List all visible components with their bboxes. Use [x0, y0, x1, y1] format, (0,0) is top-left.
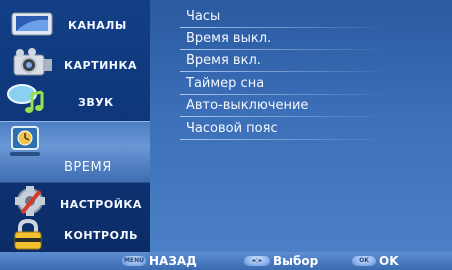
navigate-key-icon: ◂◇▸	[244, 256, 270, 266]
sidebar-item-label: КАНАЛЫ	[68, 19, 127, 32]
menu-item-time-zone[interactable]: Часовой пояс	[180, 119, 440, 140]
menu-item-label: Авто-выключение	[186, 98, 309, 113]
sidebar-item-time[interactable]: ВРЕМЯ	[0, 121, 150, 183]
menu-item-clock[interactable]: Часы	[180, 7, 440, 28]
sidebar-item-channels[interactable]: КАНАЛЫ	[0, 6, 150, 42]
select-hint[interactable]: ◂◇▸ Выбор	[244, 253, 318, 269]
menu-divider	[180, 49, 390, 50]
ok-key-icon: OK	[352, 256, 376, 266]
sidebar: КАНАЛЫ КАРТИНКА ЗВУК ВРЕМЯ НАСТРОЙКА КОН…	[0, 0, 150, 252]
menu-item-on-time[interactable]: Время вкл.	[180, 51, 440, 72]
menu-item-label: Время выкл.	[186, 31, 272, 46]
sidebar-item-lock[interactable]: КОНТРОЛЬ	[0, 218, 150, 255]
time-menu-panel: Часы Время выкл. Время вкл. Таймер сна А…	[150, 0, 452, 252]
tv-icon	[10, 10, 54, 42]
back-label: НАЗАД	[149, 254, 197, 268]
ok-label: OK	[379, 254, 399, 268]
menu-item-label: Часы	[186, 9, 221, 24]
menu-item-label: Часовой пояс	[186, 121, 278, 136]
clock-icon	[8, 125, 42, 163]
sidebar-item-setup[interactable]: НАСТРОЙКА	[0, 185, 150, 219]
menu-key-icon: MENU	[122, 256, 146, 266]
gear-icon	[8, 185, 54, 221]
menu-divider	[180, 71, 390, 72]
menu-item-auto-off[interactable]: Авто-выключение	[180, 96, 440, 117]
music-icon	[6, 82, 50, 122]
select-label: Выбор	[273, 254, 319, 268]
sidebar-item-label: ВРЕМЯ	[64, 160, 112, 175]
back-hint[interactable]: MENU НАЗАД	[122, 253, 197, 269]
lock-icon	[10, 218, 46, 255]
sidebar-item-picture[interactable]: КАРТИНКА	[0, 45, 150, 81]
menu-item-off-time[interactable]: Время выкл.	[180, 29, 440, 50]
menu-divider	[180, 139, 390, 140]
tv-menu-screen: КАНАЛЫ КАРТИНКА ЗВУК ВРЕМЯ НАСТРОЙКА КОН…	[0, 0, 452, 270]
ok-hint[interactable]: OK OK	[352, 253, 399, 269]
menu-divider	[180, 94, 390, 95]
menu-divider	[180, 116, 390, 117]
camera-icon	[10, 47, 54, 83]
sidebar-item-sound[interactable]: ЗВУК	[0, 82, 150, 118]
menu-divider	[180, 27, 390, 28]
sidebar-item-label: ЗВУК	[78, 96, 114, 109]
menu-item-label: Время вкл.	[186, 53, 261, 68]
sidebar-item-label: КОНТРОЛЬ	[64, 229, 138, 242]
menu-item-label: Таймер сна	[186, 76, 265, 91]
menu-item-sleep-timer[interactable]: Таймер сна	[180, 74, 440, 95]
sidebar-item-label: НАСТРОЙКА	[60, 198, 142, 211]
sidebar-item-label: КАРТИНКА	[64, 59, 137, 72]
bottom-hint-bar: MENU НАЗАД ◂◇▸ Выбор OK OK	[0, 252, 452, 270]
